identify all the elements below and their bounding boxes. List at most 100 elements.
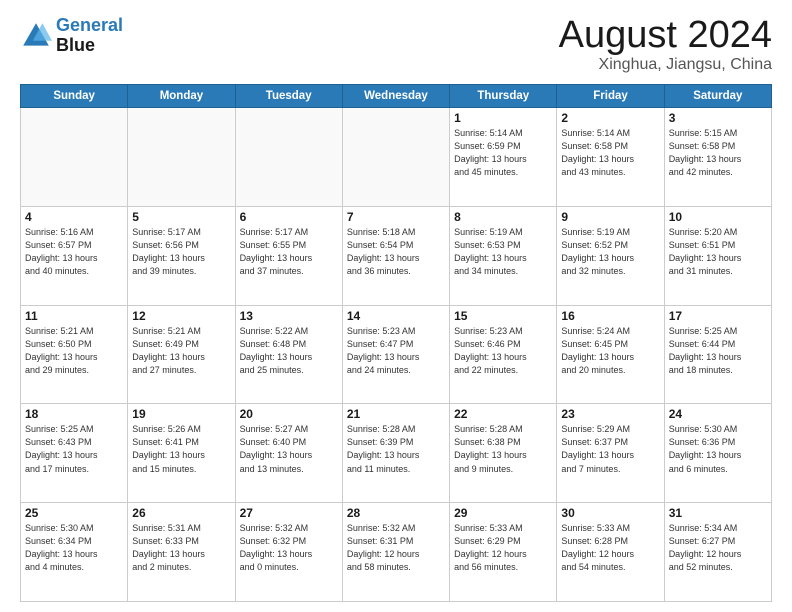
calendar-cell: 6 Sunrise: 5:17 AM Sunset: 6:55 PM Daylig… [235, 206, 342, 305]
day-info: Sunrise: 5:32 AM Sunset: 6:31 PM Dayligh… [347, 522, 445, 574]
calendar-cell: 30 Sunrise: 5:33 AM Sunset: 6:28 PM Dayli… [557, 503, 664, 602]
day-info: Sunrise: 5:30 AM Sunset: 6:36 PM Dayligh… [669, 423, 767, 475]
calendar-cell: 2 Sunrise: 5:14 AM Sunset: 6:58 PM Daylig… [557, 108, 664, 207]
calendar-cell: 18 Sunrise: 5:25 AM Sunset: 6:43 PM Dayli… [21, 404, 128, 503]
weekday-header-thursday: Thursday [450, 85, 557, 108]
day-info: Sunrise: 5:14 AM Sunset: 6:58 PM Dayligh… [561, 127, 659, 179]
day-info: Sunrise: 5:19 AM Sunset: 6:52 PM Dayligh… [561, 226, 659, 278]
calendar-cell: 7Sunrise: 5:18 AM Sunset: 6:54 PM Daylig… [342, 206, 449, 305]
day-number: 31 [669, 506, 767, 520]
day-info: Sunrise: 5:32 AM Sunset: 6:32 PM Dayligh… [240, 522, 338, 574]
day-number: 2 [561, 111, 659, 125]
calendar-cell: 8Sunrise: 5:19 AM Sunset: 6:53 PM Daylig… [450, 206, 557, 305]
calendar-cell: 14 Sunrise: 5:23 AM Sunset: 6:47 PM Dayli… [342, 305, 449, 404]
calendar-week-5: 25 Sunrise: 5:30 AM Sunset: 6:34 PM Dayli… [21, 503, 772, 602]
day-number: 7 [347, 210, 445, 224]
day-info: Sunrise: 5:21 AM Sunset: 6:49 PM Dayligh… [132, 325, 230, 377]
day-number: 21 [347, 407, 445, 421]
page: General Blue August 2024 Xinghua, Jiangs… [0, 0, 792, 612]
day-info: Sunrise: 5:23 AM Sunset: 6:46 PM Dayligh… [454, 325, 552, 377]
calendar-cell: 26 Sunrise: 5:31 AM Sunset: 6:33 PM Dayli… [128, 503, 235, 602]
calendar-cell: 3 Sunrise: 5:15 AM Sunset: 6:58 PM Daylig… [664, 108, 771, 207]
calendar-table: SundayMondayTuesdayWednesdayThursdayFrid… [20, 84, 772, 602]
day-info: Sunrise: 5:25 AM Sunset: 6:44 PM Dayligh… [669, 325, 767, 377]
day-number: 13 [240, 309, 338, 323]
weekday-header-wednesday: Wednesday [342, 85, 449, 108]
calendar-cell: 17 Sunrise: 5:25 AM Sunset: 6:44 PM Dayli… [664, 305, 771, 404]
calendar-cell: 20 Sunrise: 5:27 AM Sunset: 6:40 PM Dayli… [235, 404, 342, 503]
day-number: 3 [669, 111, 767, 125]
day-number: 19 [132, 407, 230, 421]
day-number: 14 [347, 309, 445, 323]
weekday-header-friday: Friday [557, 85, 664, 108]
day-number: 22 [454, 407, 552, 421]
calendar-week-3: 11Sunrise: 5:21 AM Sunset: 6:50 PM Dayli… [21, 305, 772, 404]
calendar-cell: 1 Sunrise: 5:14 AM Sunset: 6:59 PM Daylig… [450, 108, 557, 207]
day-number: 9 [561, 210, 659, 224]
day-info: Sunrise: 5:33 AM Sunset: 6:28 PM Dayligh… [561, 522, 659, 574]
header: General Blue August 2024 Xinghua, Jiangs… [20, 16, 772, 74]
calendar-cell: 9 Sunrise: 5:19 AM Sunset: 6:52 PM Daylig… [557, 206, 664, 305]
day-info: Sunrise: 5:33 AM Sunset: 6:29 PM Dayligh… [454, 522, 552, 574]
day-info: Sunrise: 5:17 AM Sunset: 6:55 PM Dayligh… [240, 226, 338, 278]
calendar-cell: 28Sunrise: 5:32 AM Sunset: 6:31 PM Dayli… [342, 503, 449, 602]
day-number: 16 [561, 309, 659, 323]
calendar-cell: 13Sunrise: 5:22 AM Sunset: 6:48 PM Dayli… [235, 305, 342, 404]
day-info: Sunrise: 5:29 AM Sunset: 6:37 PM Dayligh… [561, 423, 659, 475]
calendar-cell [21, 108, 128, 207]
calendar-week-1: 1 Sunrise: 5:14 AM Sunset: 6:59 PM Daylig… [21, 108, 772, 207]
day-info: Sunrise: 5:28 AM Sunset: 6:39 PM Dayligh… [347, 423, 445, 475]
logo-icon [20, 20, 52, 52]
day-info: Sunrise: 5:14 AM Sunset: 6:59 PM Dayligh… [454, 127, 552, 179]
day-info: Sunrise: 5:20 AM Sunset: 6:51 PM Dayligh… [669, 226, 767, 278]
day-info: Sunrise: 5:23 AM Sunset: 6:47 PM Dayligh… [347, 325, 445, 377]
calendar-week-2: 4 Sunrise: 5:16 AM Sunset: 6:57 PM Daylig… [21, 206, 772, 305]
calendar-week-4: 18 Sunrise: 5:25 AM Sunset: 6:43 PM Dayli… [21, 404, 772, 503]
day-info: Sunrise: 5:25 AM Sunset: 6:43 PM Dayligh… [25, 423, 123, 475]
day-info: Sunrise: 5:21 AM Sunset: 6:50 PM Dayligh… [25, 325, 123, 377]
day-info: Sunrise: 5:15 AM Sunset: 6:58 PM Dayligh… [669, 127, 767, 179]
day-number: 1 [454, 111, 552, 125]
calendar-cell: 27 Sunrise: 5:32 AM Sunset: 6:32 PM Dayli… [235, 503, 342, 602]
day-info: Sunrise: 5:17 AM Sunset: 6:56 PM Dayligh… [132, 226, 230, 278]
calendar-cell [235, 108, 342, 207]
calendar-cell: 29 Sunrise: 5:33 AM Sunset: 6:29 PM Dayli… [450, 503, 557, 602]
logo-text: General Blue [56, 16, 123, 56]
day-number: 30 [561, 506, 659, 520]
calendar-cell: 23 Sunrise: 5:29 AM Sunset: 6:37 PM Dayli… [557, 404, 664, 503]
day-number: 25 [25, 506, 123, 520]
day-number: 12 [132, 309, 230, 323]
day-number: 20 [240, 407, 338, 421]
calendar-cell: 4 Sunrise: 5:16 AM Sunset: 6:57 PM Daylig… [21, 206, 128, 305]
calendar-cell: 16Sunrise: 5:24 AM Sunset: 6:45 PM Dayli… [557, 305, 664, 404]
calendar-cell: 24Sunrise: 5:30 AM Sunset: 6:36 PM Dayli… [664, 404, 771, 503]
calendar-cell: 19 Sunrise: 5:26 AM Sunset: 6:41 PM Dayli… [128, 404, 235, 503]
location: Xinghua, Jiangsu, China [559, 56, 772, 74]
month-title: August 2024 [559, 16, 772, 54]
day-info: Sunrise: 5:26 AM Sunset: 6:41 PM Dayligh… [132, 423, 230, 475]
day-number: 18 [25, 407, 123, 421]
day-number: 23 [561, 407, 659, 421]
weekday-header-row: SundayMondayTuesdayWednesdayThursdayFrid… [21, 85, 772, 108]
calendar-cell: 11Sunrise: 5:21 AM Sunset: 6:50 PM Dayli… [21, 305, 128, 404]
day-number: 29 [454, 506, 552, 520]
day-number: 17 [669, 309, 767, 323]
day-info: Sunrise: 5:34 AM Sunset: 6:27 PM Dayligh… [669, 522, 767, 574]
calendar-cell: 22Sunrise: 5:28 AM Sunset: 6:38 PM Dayli… [450, 404, 557, 503]
logo: General Blue [20, 16, 123, 56]
day-info: Sunrise: 5:30 AM Sunset: 6:34 PM Dayligh… [25, 522, 123, 574]
day-number: 26 [132, 506, 230, 520]
day-number: 27 [240, 506, 338, 520]
day-info: Sunrise: 5:16 AM Sunset: 6:57 PM Dayligh… [25, 226, 123, 278]
calendar-cell: 15Sunrise: 5:23 AM Sunset: 6:46 PM Dayli… [450, 305, 557, 404]
day-info: Sunrise: 5:19 AM Sunset: 6:53 PM Dayligh… [454, 226, 552, 278]
day-info: Sunrise: 5:31 AM Sunset: 6:33 PM Dayligh… [132, 522, 230, 574]
day-info: Sunrise: 5:27 AM Sunset: 6:40 PM Dayligh… [240, 423, 338, 475]
calendar-cell [342, 108, 449, 207]
weekday-header-tuesday: Tuesday [235, 85, 342, 108]
day-number: 6 [240, 210, 338, 224]
calendar-cell: 10Sunrise: 5:20 AM Sunset: 6:51 PM Dayli… [664, 206, 771, 305]
day-number: 4 [25, 210, 123, 224]
calendar-cell: 21 Sunrise: 5:28 AM Sunset: 6:39 PM Dayli… [342, 404, 449, 503]
calendar-cell: 31 Sunrise: 5:34 AM Sunset: 6:27 PM Dayli… [664, 503, 771, 602]
